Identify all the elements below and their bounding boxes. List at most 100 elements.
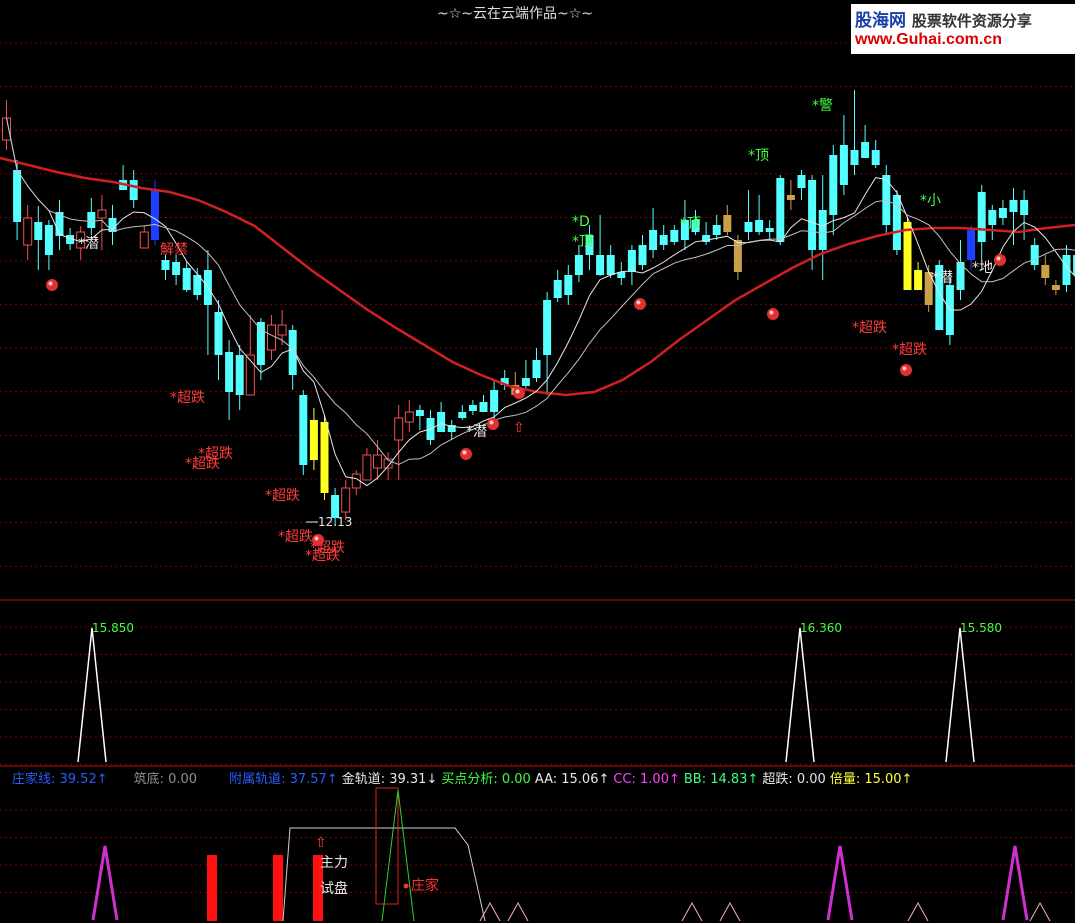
signal-ball	[767, 308, 779, 320]
candle-body	[161, 260, 170, 270]
small-triangle	[719, 901, 741, 922]
candle-body	[914, 270, 923, 290]
indicator-stats-bar: 庄家线: 39.52↑ 筑底: 0.00 附属轨道: 37.57↑ 金轨道: 39.3…	[0, 768, 916, 787]
lower-arrow: ⇧	[315, 835, 327, 851]
annotation-label: *潜	[932, 270, 953, 286]
peak-value-label: 15.580	[960, 621, 1002, 635]
candle-body	[404, 411, 414, 423]
annotation-label: *超跌	[852, 320, 887, 336]
buy-arrow: ⇧	[513, 420, 525, 436]
candle-body	[988, 210, 997, 225]
logo-brand: 股海网	[855, 11, 906, 31]
guhai-logo: 股海网 股票软件资源分享 www.Guhai.com.cn	[851, 4, 1075, 54]
candle-body	[1051, 285, 1060, 290]
candle-body	[744, 222, 753, 232]
stat-item: 买点分析: 0.00	[441, 772, 531, 787]
candle-body	[87, 212, 96, 228]
candle-body	[479, 402, 488, 412]
ma-long-line	[0, 156, 1075, 397]
candle-body	[521, 378, 530, 386]
candle-body	[670, 230, 679, 242]
candle-body	[839, 145, 848, 185]
logo-tagline: 股票软件资源分享	[911, 12, 1032, 30]
candle-body	[808, 180, 817, 250]
signal-ball-shine	[462, 450, 467, 455]
zhuang-dot	[403, 883, 409, 889]
candle-body	[2, 117, 11, 141]
label-zhuli: 主力	[320, 855, 348, 871]
candle-body	[649, 230, 658, 250]
signal-ball	[900, 364, 912, 376]
volume-bar	[207, 855, 217, 921]
candle-body	[627, 250, 636, 272]
annotation-label: *地	[972, 260, 993, 276]
signal-ball	[634, 298, 646, 310]
candle-body	[129, 180, 138, 200]
signal-ball	[312, 534, 324, 546]
candle-body	[977, 192, 986, 242]
signal-ball	[46, 279, 58, 291]
candle-body	[458, 412, 467, 418]
candle-body	[1041, 265, 1050, 278]
candle-body	[256, 322, 265, 365]
annotation-label: *超跌	[170, 390, 205, 406]
indicator-spike	[1001, 845, 1029, 921]
candle-body	[97, 209, 107, 219]
stat-item: 倍量: 15.00↑	[829, 772, 913, 787]
signal-ball-shine	[769, 310, 774, 315]
annotation-label: *潜	[78, 236, 99, 252]
candle-body	[606, 255, 615, 275]
stat-item: 金轨道: 39.31↓	[341, 772, 438, 787]
annotation-label: *顶	[572, 234, 593, 250]
signal-ball-shine	[636, 300, 641, 305]
logo-url: www.Guhai.com.cn	[855, 31, 1002, 48]
small-triangle	[907, 901, 929, 922]
candle-body	[394, 417, 404, 441]
candle-body	[786, 195, 795, 200]
stat-item: 庄家线: 39.52↑	[12, 772, 108, 787]
indicator-spike	[91, 845, 119, 921]
signal-ball-shine	[489, 420, 494, 425]
candle-body	[235, 355, 244, 395]
peak-spike	[785, 627, 815, 763]
annotation-label: *超跌	[185, 456, 220, 472]
candle-body	[214, 312, 223, 355]
annotation-label: *顶	[680, 216, 701, 232]
annotation-label: *警	[812, 98, 833, 114]
stat-item: CC: 1.00↑	[613, 772, 680, 787]
stat-item: 筑底: 0.00	[133, 772, 198, 787]
signal-ball-shine	[996, 256, 1001, 261]
candle-body	[765, 228, 774, 232]
signal-ball	[460, 448, 472, 460]
annotation-label: 解禁	[160, 242, 188, 258]
signal-ball	[994, 254, 1006, 266]
annotation-label: *潜	[466, 424, 487, 440]
ma-mid-line	[6, 117, 1075, 466]
candle-body	[532, 360, 541, 378]
candle-body	[755, 220, 764, 232]
signal-ball-shine	[515, 389, 520, 394]
candle-body	[903, 222, 912, 290]
candle-body	[299, 395, 308, 465]
candle-body	[490, 390, 499, 412]
indicator-spike	[826, 845, 854, 921]
candle-body	[1009, 200, 1018, 212]
candle-body	[564, 275, 573, 295]
annotation-label: *超跌	[265, 488, 300, 504]
candle-body	[172, 262, 181, 275]
candle-body	[638, 245, 647, 265]
candle-body	[871, 150, 880, 165]
candle-body	[1020, 200, 1029, 215]
annotation-label: *顶	[748, 148, 769, 164]
candle-body	[829, 155, 838, 215]
small-triangle	[507, 901, 529, 922]
annotation-label: *小	[920, 193, 941, 209]
candle-body	[44, 225, 53, 255]
candle-body	[850, 150, 859, 165]
candle-body	[225, 352, 234, 392]
candle-body	[1030, 245, 1039, 265]
candle-body	[182, 268, 191, 290]
candle-body	[818, 210, 827, 250]
signal-ball-shine	[902, 366, 907, 371]
candle-body	[468, 405, 477, 411]
